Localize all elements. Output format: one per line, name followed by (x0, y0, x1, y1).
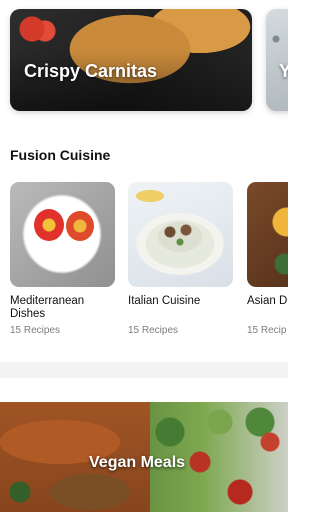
banner-title: Vegan Meals (89, 454, 186, 471)
category-card-italian[interactable]: Italian Cuisine 15 Recipes (128, 182, 233, 336)
category-name: Asian D (247, 295, 288, 307)
category-card-mediterranean[interactable]: Mediterranean Dishes 15 Recipes (10, 182, 115, 336)
category-name: Mediterranean Dishes (10, 295, 85, 320)
section-divider (0, 362, 288, 378)
section-title-fusion-cuisine: Fusion Cuisine (10, 147, 111, 163)
category-image (10, 182, 115, 287)
vegan-meals-banner[interactable]: Vegan Meals (0, 402, 288, 512)
category-image (247, 182, 288, 287)
featured-carousel: Crispy Carnitas Y (0, 0, 288, 130)
featured-card-crispy-carnitas[interactable]: Crispy Carnitas (10, 9, 252, 111)
featured-card-title: Crispy Carnitas (24, 61, 158, 81)
category-image (128, 182, 233, 287)
featured-card-title: Y (279, 61, 288, 81)
featured-card-next[interactable]: Y (266, 9, 288, 111)
recipe-count: 15 Recipes (10, 325, 61, 336)
fusion-cuisine-list: Mediterranean Dishes 15 Recipes Italian … (0, 182, 288, 342)
category-name: Italian Cuisine (128, 295, 201, 307)
recipe-count: 15 Recip (247, 325, 287, 336)
category-card-asian[interactable]: Asian D 15 Recip (247, 182, 288, 336)
recipe-count: 15 Recipes (128, 325, 179, 336)
